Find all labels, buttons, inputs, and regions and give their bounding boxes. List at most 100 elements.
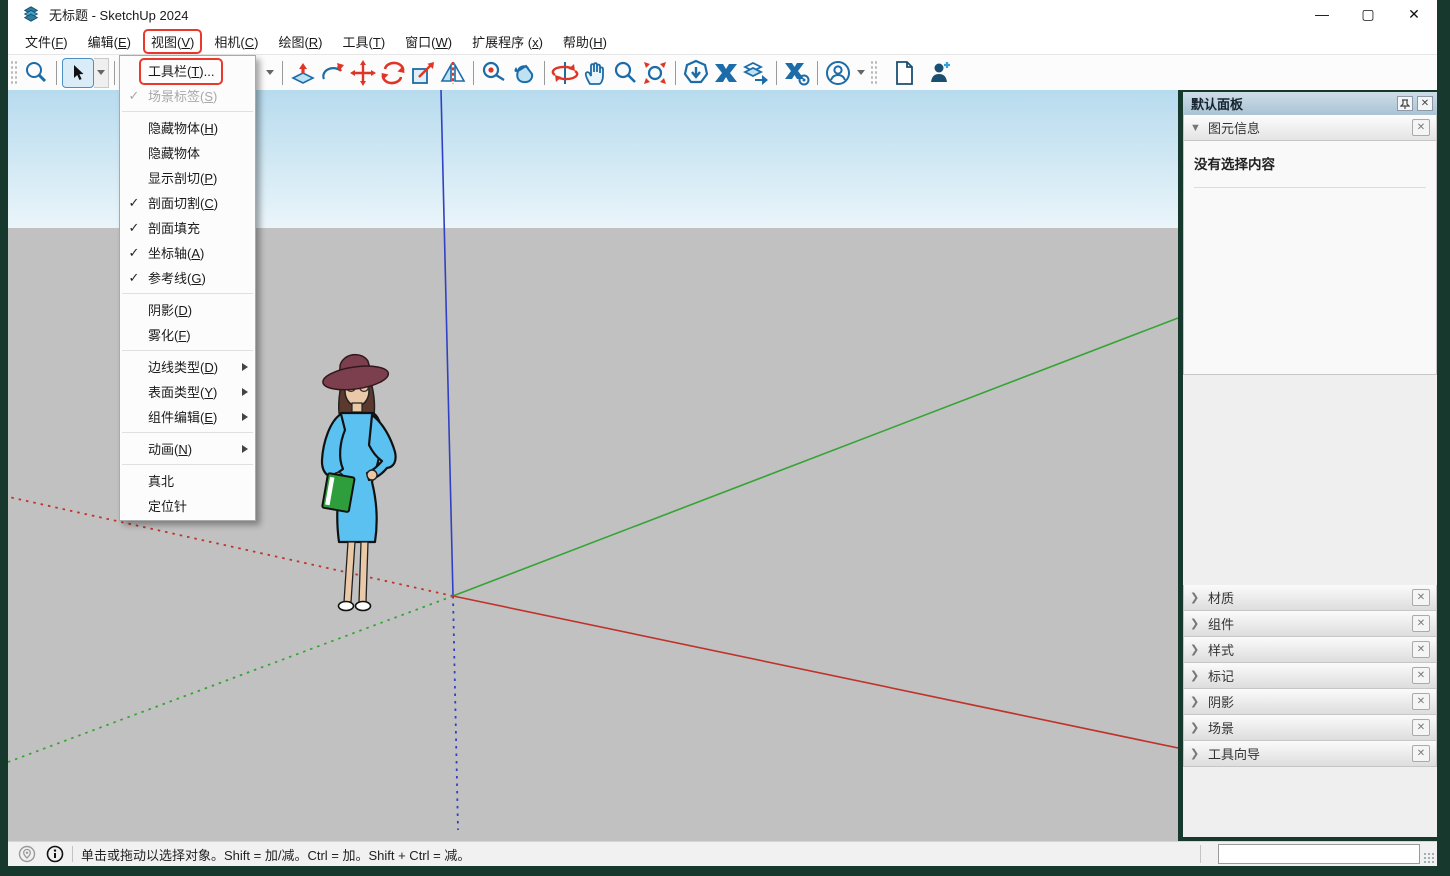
entity-info-header[interactable]: ▼ 图元信息 ✕ — [1183, 115, 1437, 141]
menubar-item-6[interactable]: 窗口(W) — [395, 29, 462, 54]
rotate-icon[interactable] — [378, 58, 408, 88]
chevron-right-icon: ❯ — [1190, 643, 1208, 656]
section-close-icon[interactable]: ✕ — [1412, 667, 1430, 684]
view-menu-item-1: ✓场景标签(S) — [120, 83, 255, 108]
chevron-down-icon: ▼ — [1190, 122, 1208, 134]
panel-section-5[interactable]: ❯场景✕ — [1183, 715, 1437, 741]
select-dropdown-button[interactable] — [94, 58, 109, 88]
view-menu-item-16[interactable]: 定位针 — [120, 493, 255, 518]
push-pull-icon[interactable] — [288, 58, 318, 88]
select-arrow-icon — [69, 64, 87, 82]
view-menu-item-11[interactable]: 边线类型(D) — [120, 354, 255, 379]
follow-me-icon[interactable] — [318, 58, 348, 88]
section-close-icon[interactable]: ✕ — [1412, 719, 1430, 736]
sketchup-window: 无标题 - SketchUp 2024 — ▢ ✕ 文件(F)编辑(E)视图(V… — [8, 0, 1437, 866]
menubar-item-0[interactable]: 文件(F) — [15, 29, 78, 54]
account-icon[interactable] — [823, 58, 853, 88]
maximize-button[interactable]: ▢ — [1345, 0, 1391, 28]
toolbar-grip[interactable] — [10, 60, 18, 86]
panel-section-1[interactable]: ❯组件✕ — [1183, 611, 1437, 637]
submenu-arrow-icon — [242, 413, 248, 421]
view-menu-item-9[interactable]: 阴影(D) — [120, 297, 255, 322]
pin-icon[interactable] — [1397, 96, 1413, 111]
view-menu-item-8[interactable]: ✓参考线(G) — [120, 265, 255, 290]
chevron-right-icon: ❯ — [1190, 747, 1208, 760]
view-menu-item-15[interactable]: 真北 — [120, 468, 255, 493]
section-close-icon[interactable]: ✕ — [1412, 693, 1430, 710]
measurement-input[interactable] — [1218, 844, 1420, 864]
menubar-item-5[interactable]: 工具(T) — [333, 29, 396, 54]
view-menu-item-5[interactable]: ✓剖面切割(C) — [120, 190, 255, 215]
panel-section-2[interactable]: ❯样式✕ — [1183, 637, 1437, 663]
resize-grip[interactable] — [1423, 852, 1435, 864]
view-menu-item-2[interactable]: 隐藏物体(H) — [120, 115, 255, 140]
menu-bar: 文件(F)编辑(E)视图(V)相机(C)绘图(R)工具(T)窗口(W)扩展程序 … — [8, 28, 1437, 55]
select-tool-button[interactable] — [62, 58, 94, 88]
tool-group-dropdown-button[interactable] — [262, 58, 277, 88]
view-menu-item-14[interactable]: 动画(N) — [120, 436, 255, 461]
send-to-layout-icon[interactable] — [741, 58, 771, 88]
add-collaborator-icon[interactable] — [925, 58, 955, 88]
view-menu-item-4[interactable]: 显示剖切(P) — [120, 165, 255, 190]
title-bar: 无标题 - SketchUp 2024 — ▢ ✕ — [8, 0, 1437, 28]
chevron-right-icon: ❯ — [1190, 695, 1208, 708]
view-menu-item-10[interactable]: 雾化(F) — [120, 322, 255, 347]
view-menu-item-3[interactable]: 隐藏物体 — [120, 140, 255, 165]
extension-manager-icon[interactable] — [782, 58, 812, 88]
info-icon[interactable] — [46, 845, 64, 863]
menubar-item-1[interactable]: 编辑(E) — [78, 29, 141, 54]
panel-sections: ❯材质✕❯组件✕❯样式✕❯标记✕❯阴影✕❯场景✕❯工具向导✕ — [1183, 585, 1437, 767]
view-menu-item-13[interactable]: 组件编辑(E) — [120, 404, 255, 429]
paint-bucket-icon[interactable] — [509, 58, 539, 88]
window-title: 无标题 - SketchUp 2024 — [49, 5, 188, 24]
view-menu-item-12[interactable]: 表面类型(Y) — [120, 379, 255, 404]
menubar-item-8[interactable]: 帮助(H) — [553, 29, 617, 54]
panel-section-3[interactable]: ❯标记✕ — [1183, 663, 1437, 689]
move-icon[interactable] — [348, 58, 378, 88]
chevron-right-icon: ❯ — [1190, 617, 1208, 630]
zoom-icon[interactable] — [610, 58, 640, 88]
zoom-extents-icon[interactable] — [640, 58, 670, 88]
scale-icon[interactable] — [408, 58, 438, 88]
view-menu-dropdown: 工具栏(T)...✓场景标签(S) 隐藏物体(H)隐藏物体显示剖切(P)✓剖面切割… — [119, 55, 256, 521]
pan-icon[interactable] — [580, 58, 610, 88]
panel-title: 默认面板 — [1191, 94, 1243, 113]
menubar-item-3[interactable]: 相机(C) — [204, 29, 268, 54]
geolocation-icon[interactable] — [18, 845, 36, 863]
orbit-icon[interactable] — [550, 58, 580, 88]
close-button[interactable]: ✕ — [1391, 0, 1437, 28]
panel-section-4[interactable]: ❯阴影✕ — [1183, 689, 1437, 715]
chevron-right-icon: ❯ — [1190, 591, 1208, 604]
section-close-icon[interactable]: ✕ — [1412, 641, 1430, 658]
panel-close-icon[interactable]: ✕ — [1417, 96, 1433, 111]
chevron-right-icon: ❯ — [1190, 669, 1208, 682]
no-selection-text: 没有选择内容 — [1194, 153, 1426, 173]
submenu-arrow-icon — [242, 445, 248, 453]
sketchup-logo-icon — [22, 5, 40, 23]
flip-icon[interactable] — [438, 58, 468, 88]
view-menu-item-6[interactable]: ✓剖面填充 — [120, 215, 255, 240]
account-dropdown-button[interactable] — [853, 58, 868, 88]
entity-info-close-icon[interactable]: ✕ — [1412, 119, 1430, 136]
new-document-icon[interactable] — [889, 58, 919, 88]
section-close-icon[interactable]: ✕ — [1412, 589, 1430, 606]
menubar-item-7[interactable]: 扩展程序 (x) — [462, 29, 553, 54]
minimize-button[interactable]: — — [1299, 0, 1345, 28]
view-menu-item-0[interactable]: 工具栏(T)... — [120, 58, 255, 83]
menubar-item-4[interactable]: 绘图(R) — [268, 29, 332, 54]
tape-measure-icon[interactable] — [479, 58, 509, 88]
panel-header[interactable]: 默认面板 ✕ — [1183, 92, 1437, 115]
panel-section-0[interactable]: ❯材质✕ — [1183, 585, 1437, 611]
toolbar-grip-2[interactable] — [870, 60, 878, 86]
3d-warehouse-icon[interactable] — [681, 58, 711, 88]
view-menu-item-7[interactable]: ✓坐标轴(A) — [120, 240, 255, 265]
menubar-item-2[interactable]: 视图(V) — [143, 29, 202, 54]
entity-info-title: 图元信息 — [1208, 118, 1260, 137]
panel-section-6[interactable]: ❯工具向导✕ — [1183, 741, 1437, 767]
entity-info-body: 没有选择内容 — [1183, 141, 1437, 375]
section-close-icon[interactable]: ✕ — [1412, 745, 1430, 762]
extension-warehouse-icon[interactable] — [711, 58, 741, 88]
submenu-arrow-icon — [242, 388, 248, 396]
section-close-icon[interactable]: ✕ — [1412, 615, 1430, 632]
zoom-tool-icon[interactable] — [21, 58, 51, 88]
